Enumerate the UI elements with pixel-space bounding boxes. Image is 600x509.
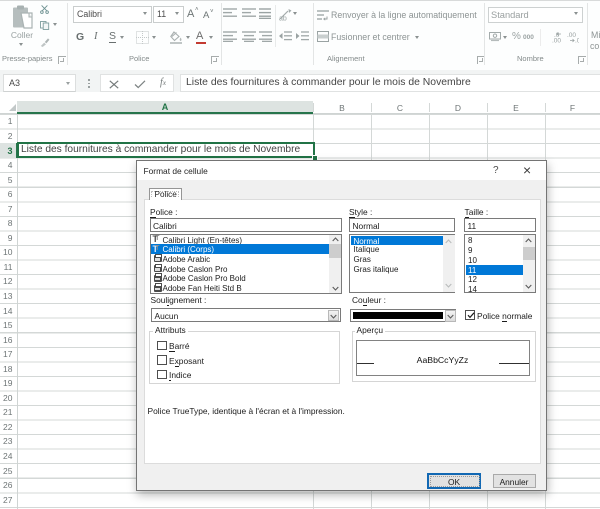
- svg-text:.0: .0: [575, 38, 579, 44]
- svg-text:.00: .00: [552, 38, 561, 44]
- svg-text:ab: ab: [279, 16, 287, 22]
